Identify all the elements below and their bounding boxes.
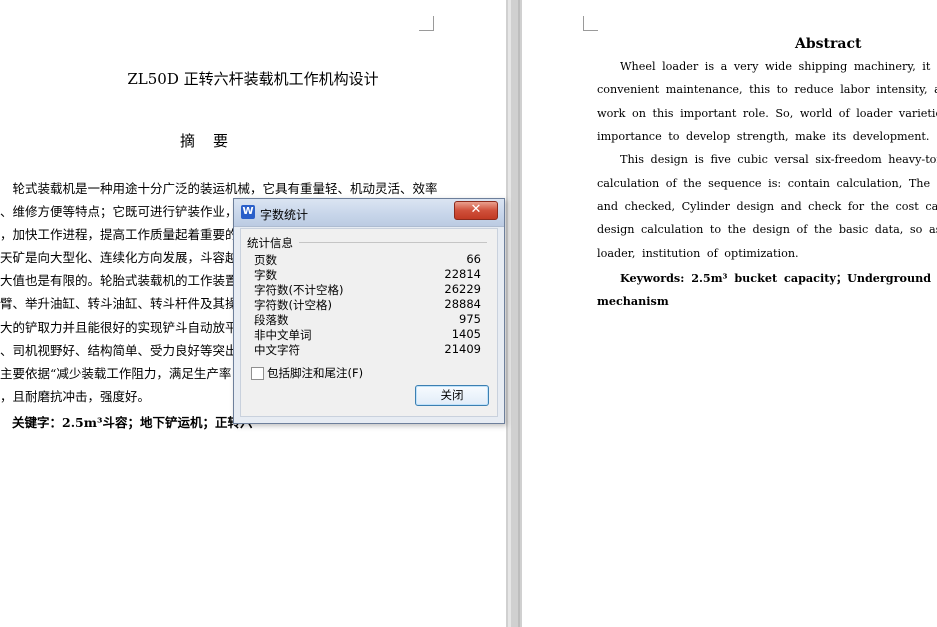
stats-group-label: 统计信息 xyxy=(247,236,293,250)
crop-mark-top-left xyxy=(583,16,598,31)
stat-row-chars-no-spaces: 字符数(不计空格) 26229 xyxy=(254,282,481,297)
body-line: 、司机视野好、结构简单、受力良好等突出 xyxy=(0,343,238,358)
dialog-title: 字数统计 xyxy=(260,208,309,222)
stat-value: 26229 xyxy=(444,282,481,296)
body-line: 天矿是向大型化、连续化方向发展，斗容越 xyxy=(0,250,238,265)
stat-label: 字符数(计空格) xyxy=(254,298,332,312)
stat-label: 中文字符 xyxy=(254,343,300,357)
stat-row-paragraphs: 段落数 975 xyxy=(254,312,481,327)
group-divider xyxy=(299,242,487,243)
footnotes-checkbox[interactable] xyxy=(251,367,264,380)
body-line: loader, institution of optimization. xyxy=(597,247,799,260)
body-line: 轮式装载机是一种用途十分广泛的装运机械，它具有重量轻、机动灵活、效率 xyxy=(0,181,438,196)
keywords-en-cont: mechanism xyxy=(597,294,669,308)
body-line: 、维修方便等特点；它既可进行铲装作业， xyxy=(0,204,238,219)
stat-value: 975 xyxy=(459,312,481,326)
document-page-right: Abstract Wheel loader is a very wide shi… xyxy=(522,0,937,627)
body-line: and checked, Cylinder design and check f… xyxy=(597,200,937,213)
word-count-dialog: W 字数统计 ✕ 统计信息 页数 66 字数 22814 字符数(不计空格) 2… xyxy=(233,198,505,424)
body-line: ，且耐磨抗冲击，强度好。 xyxy=(0,389,151,404)
abstract-heading-cn: 摘 要 xyxy=(180,132,230,150)
stat-row-chinese-chars: 中文字符 21409 xyxy=(254,342,481,357)
stat-label: 页数 xyxy=(254,253,277,267)
body-line: ，加快工作进程，提高工作质量起着重要的 xyxy=(0,227,238,242)
abstract-heading-en: Abstract xyxy=(795,36,862,52)
stat-row-chars-with-spaces: 字符数(计空格) 28884 xyxy=(254,297,481,312)
body-line: calculation of the sequence is: contain … xyxy=(597,177,937,190)
document-title: ZL50D 正转六杆装载机工作机构设计 xyxy=(127,70,379,88)
body-line: convenient maintenance, this to reduce l… xyxy=(597,83,937,96)
body-line: 大值也是有限的。轮胎式装载机的工作装置 xyxy=(0,273,238,288)
stat-value: 28884 xyxy=(444,297,481,311)
stat-row-words: 字数 22814 xyxy=(254,267,481,282)
stat-value: 66 xyxy=(466,252,481,266)
body-line: work on this important role. So, world o… xyxy=(597,107,937,120)
body-line: 主要依据“减少装载工作阻力，满足生产率 xyxy=(0,366,232,381)
stat-value: 22814 xyxy=(444,267,481,281)
stat-label: 非中文单词 xyxy=(254,328,312,342)
body-line: importance to develop strength, make its… xyxy=(597,130,930,143)
keywords-en: Keywords: 2.5m³ bucket capacity；Undergro… xyxy=(620,271,937,285)
wps-app-icon: W xyxy=(241,205,255,219)
body-line: design calculation to the design of the … xyxy=(597,223,937,236)
dialog-close-icon[interactable]: ✕ xyxy=(454,201,498,220)
body-line: 臂、举升油缸、转斗油缸、转斗杆件及其操 xyxy=(0,296,238,311)
dialog-content: 统计信息 页数 66 字数 22814 字符数(不计空格) 26229 字符数(… xyxy=(240,228,498,417)
stat-row-pages: 页数 66 xyxy=(254,252,481,267)
stat-label: 字符数(不计空格) xyxy=(254,283,344,297)
stat-label: 段落数 xyxy=(254,313,289,327)
close-button[interactable]: 关闭 xyxy=(415,385,489,406)
page-gutter xyxy=(506,0,522,627)
body-line: Wheel loader is a very wide shipping mac… xyxy=(620,60,937,73)
footnotes-checkbox-label[interactable]: 包括脚注和尾注(F) xyxy=(267,365,363,381)
body-line: 大的铲取力并且能很好的实现铲斗自动放平 xyxy=(0,320,238,335)
stat-label: 字数 xyxy=(254,268,277,282)
stat-value: 21409 xyxy=(444,342,481,356)
body-line: This design is five cubic versal six-fre… xyxy=(620,153,937,166)
keywords-cn: 关键字：2.5m³斗容；地下铲运机；正转六 xyxy=(12,415,253,430)
crop-mark-top-right xyxy=(419,16,434,31)
dialog-titlebar[interactable]: W 字数统计 ✕ xyxy=(234,199,504,227)
stat-value: 1405 xyxy=(451,327,481,341)
stat-row-non-chinese-words: 非中文单词 1405 xyxy=(254,327,481,342)
